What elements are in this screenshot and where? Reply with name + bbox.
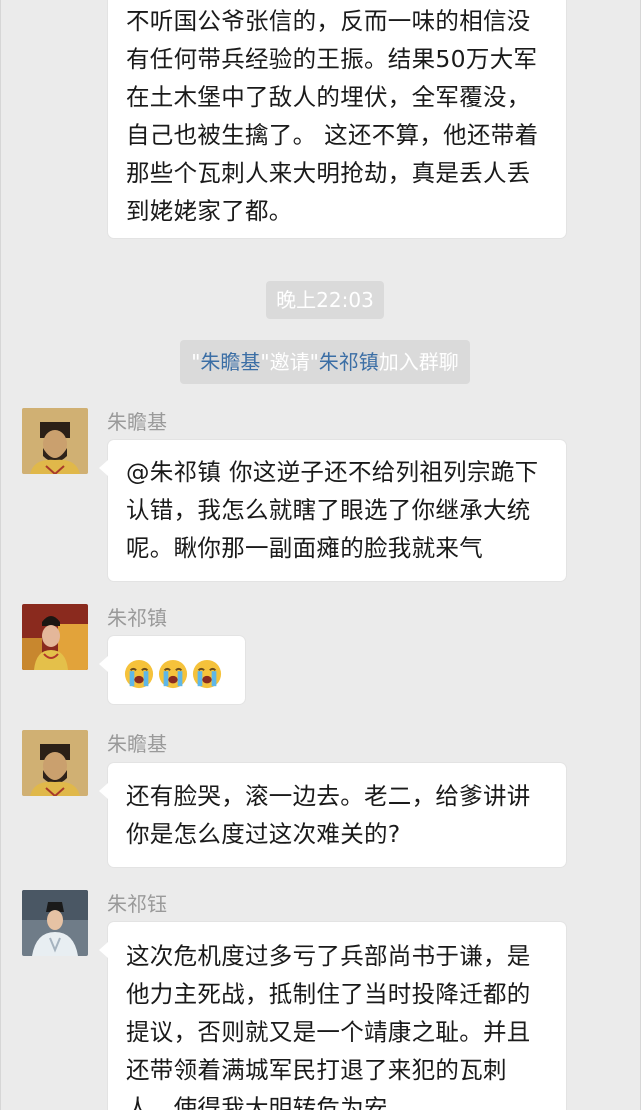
- message-text-line: 呢。瞅你那一副面瘫的脸我就来气: [126, 534, 483, 562]
- avatar[interactable]: [22, 890, 88, 956]
- sender-name: 朱祁钰: [107, 892, 167, 916]
- message-bubble[interactable]: 不听国公爷张信的，反而一味的相信没 有任何带兵经验的王振。结果50万大军 在土木…: [108, 0, 566, 238]
- avatar-portrait-icon: [22, 604, 88, 670]
- message-bubble[interactable]: @朱祁镇 你这逆子还不给列祖列宗跪下 认错，我怎么就瞎了眼选了你继承大统 呢。瞅…: [99, 440, 566, 581]
- message-text-line: 不听国公爷张信的，反而一味的相信没: [126, 7, 531, 35]
- bubble-tail: [99, 656, 108, 672]
- message-text-line: 人，使得我大明转危为安。: [126, 1094, 412, 1110]
- message-text-line: 在土木堡中了敌人的埋伏，全军覆没，: [126, 83, 531, 111]
- system-invite-text: "邀请": [260, 350, 319, 374]
- avatar-portrait-icon: [22, 408, 88, 474]
- message-text-line: 这次危机度过多亏了兵部尚书于谦，是: [126, 942, 531, 970]
- message-text-line: @朱祁镇 你这逆子还不给列祖列宗跪下: [126, 458, 539, 486]
- message-bubble[interactable]: [99, 636, 245, 704]
- system-quote: ": [191, 350, 201, 374]
- avatar[interactable]: [22, 730, 88, 796]
- message-text-line: 还有脸哭，滚一边去。老二，给爹讲讲: [126, 782, 531, 810]
- message-text-line: 还带领着满城军民打退了来犯的瓦刺: [126, 1056, 507, 1084]
- system-notice: "朱瞻基"邀请"朱祁镇加入群聊: [180, 340, 470, 384]
- avatar-portrait-icon: [22, 730, 88, 796]
- timestamp-text: 晚上22:03: [276, 288, 374, 312]
- sender-name: 朱瞻基: [107, 732, 167, 756]
- avatar-portrait-icon: [22, 890, 88, 956]
- message-text-line: 提议，否则就又是一个靖康之耻。并且: [126, 1018, 531, 1046]
- message-bubble[interactable]: 还有脸哭，滚一边去。老二，给爹讲讲 你是怎么度过这次难关的?: [99, 763, 566, 867]
- message-text-line: 他力主死战，抵制住了当时投降迁都的: [126, 980, 531, 1008]
- message-text-line: 自己也被生擒了。 这还不算，他还带着: [126, 121, 539, 149]
- sender-name: 朱祁镇: [107, 606, 167, 630]
- message-text-line: 有任何带兵经验的王振。结果50万大军: [126, 45, 538, 73]
- system-join-text: 加入群聊: [378, 350, 459, 374]
- loudly-crying-face-icon: [192, 659, 222, 688]
- inviter-link[interactable]: 朱瞻基: [200, 350, 260, 374]
- loudly-crying-face-icon: [124, 659, 154, 688]
- message-bubble[interactable]: 这次危机度过多亏了兵部尚书于谦，是 他力主死战，抵制住了当时投降迁都的 提议，否…: [99, 922, 566, 1110]
- bubble-tail: [99, 942, 108, 958]
- bubble-tail: [99, 783, 108, 799]
- avatar[interactable]: [22, 408, 88, 474]
- chat-window: 不听国公爷张信的，反而一味的相信没 有任何带兵经验的王振。结果50万大军 在土木…: [0, 0, 641, 1110]
- invitee-link[interactable]: 朱祁镇: [319, 350, 379, 374]
- message-text-line: 认错，我怎么就瞎了眼选了你继承大统: [126, 496, 531, 524]
- message-text-line: 你是怎么度过这次难关的?: [126, 820, 401, 848]
- message-text-line: 到姥姥家了都。: [126, 197, 293, 225]
- timestamp-pill: 晚上22:03: [266, 281, 384, 319]
- avatar[interactable]: [22, 604, 88, 670]
- loudly-crying-face-icon: [158, 659, 188, 688]
- message-text-line: 那些个瓦刺人来大明抢劫，真是丢人丢: [126, 159, 531, 187]
- sender-name: 朱瞻基: [107, 410, 167, 434]
- bubble-tail: [99, 460, 108, 476]
